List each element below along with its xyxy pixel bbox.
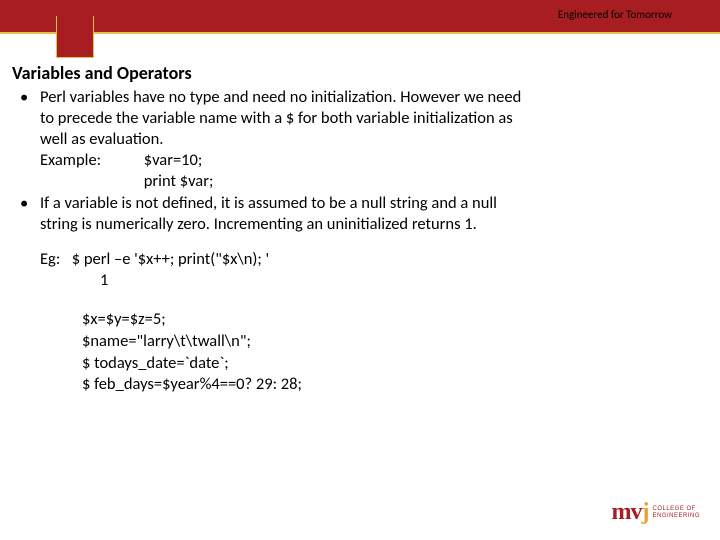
eg-code-line: $ perl –e '$x++; print("$x\n); ' [72,249,269,269]
eg-output: 1 [40,270,708,291]
header-tab-decoration [56,16,94,58]
header-bar: Engineered for Tomorrow [0,0,720,34]
bullet-body: Perl variables have no type and need no … [40,87,708,193]
slide-content: Variables and Operators • Perl variables… [0,34,720,396]
text-line: well as evaluation. [40,129,163,149]
bullet-body: If a variable is not defined, it is assu… [40,193,708,235]
bullet-item-1: • Perl variables have no type and need n… [12,87,708,193]
logo-sub-line: COLLEGE OF [652,506,695,512]
example-label: Example: [40,150,140,171]
example-block: Eg: $ perl –e '$x++; print("$x\n); ' 1 [12,249,708,291]
logo-subtext: COLLEGE OF ENGINEERING [652,506,700,519]
text-line: to precede the variable name with a $ fo… [40,108,513,128]
bullet-item-2: • If a variable is not defined, it is as… [12,193,708,235]
code-line: $ todays_date=`date`; [82,353,708,375]
code-line: $name="larry\t\twall\n"; [82,331,708,353]
example-code: $var=10; [144,150,203,170]
text-line: If a variable is not defined, it is assu… [40,193,497,213]
bullet-marker: • [12,193,40,235]
footer-logo: mvj COLLEGE OF ENGINEERING [611,499,700,526]
code-line: $ feb_days=$year%4==0? 29: 28; [82,374,708,396]
logo-v: v [630,499,641,525]
bullet-marker: • [12,87,40,193]
logo-m: m [611,499,630,525]
logo-sub-line: ENGINEERING [652,513,700,519]
slide-title: Variables and Operators [12,62,708,85]
tagline: Engineered for Tomorrow [558,8,672,21]
text-line: string is numerically zero. Incrementing… [40,214,477,234]
example-code: print $var; [144,171,214,191]
code-block: $x=$y=$z=5; $name="larry\t\twall\n"; $ t… [12,309,708,396]
text-line: Perl variables have no type and need no … [40,87,521,107]
code-line: $x=$y=$z=5; [82,309,708,331]
logo-j: j [641,499,648,525]
eg-label: Eg: [40,249,68,270]
logo-text-mvj: mvj [611,499,648,526]
spacer [40,171,140,192]
